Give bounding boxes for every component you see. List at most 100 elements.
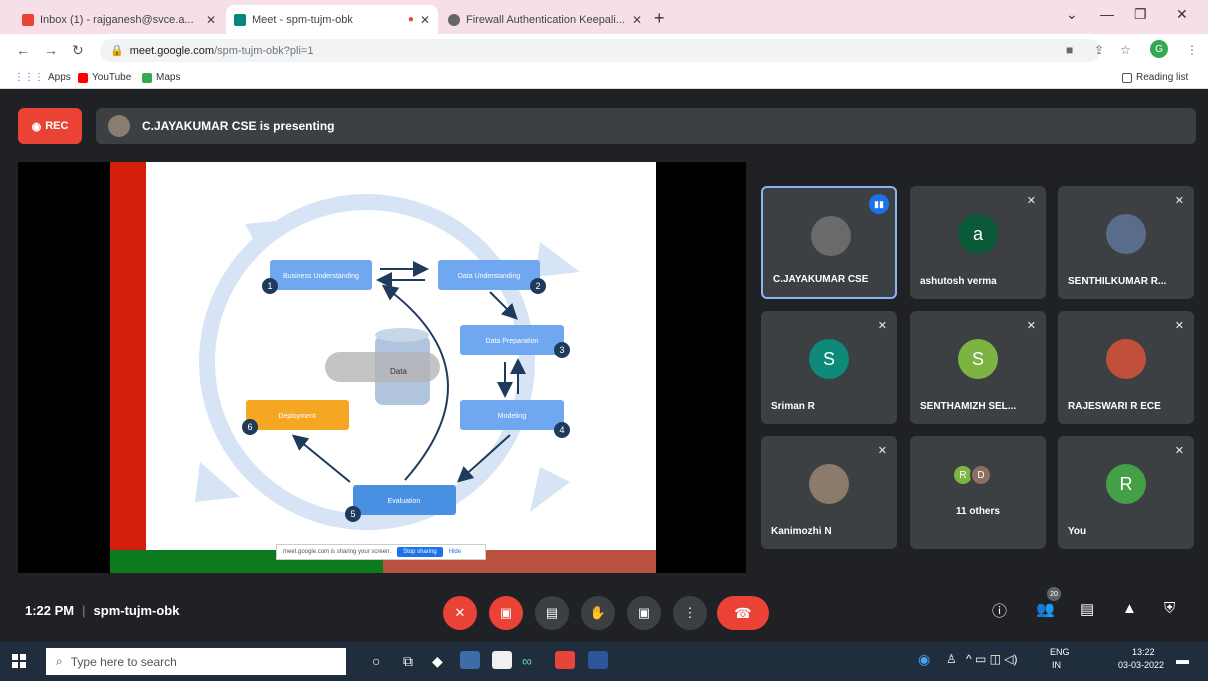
mic-toggle-button[interactable]: ✕ [443, 596, 477, 630]
presenter-avatar [108, 115, 130, 137]
captions-button[interactable]: ▤ [535, 596, 569, 630]
tab-meet[interactable]: Meet - spm-tujm-obk ● ✕ [226, 5, 438, 34]
leave-call-button[interactable]: ☎ [717, 596, 769, 630]
avatar [811, 216, 851, 256]
user-icon[interactable]: ♙ [946, 652, 957, 666]
menu-icon[interactable]: ⋮ [1186, 43, 1198, 57]
captions-icon: ▤ [545, 605, 559, 620]
slide-overlay-pill [325, 352, 440, 382]
step-number: 6 [247, 422, 252, 432]
people-icon[interactable]: 👥 [1036, 600, 1055, 618]
url-field[interactable]: 🔒 meet.google.com/spm-tujm-obk?pli=1 [100, 39, 1100, 62]
close-icon[interactable]: ✕ [420, 13, 430, 27]
participant-name: Kanimozhi N [771, 526, 832, 537]
data-label: Data [390, 367, 407, 376]
profile-avatar[interactable]: G [1150, 40, 1168, 58]
close-icon[interactable]: ✕ [632, 13, 642, 27]
participant-tile[interactable]: ✕ S SENTHAMIZH SEL... [910, 311, 1046, 424]
more-options-button[interactable]: ⋮ [673, 596, 707, 630]
raise-hand-button[interactable]: ✋ [581, 596, 615, 630]
minimize-button[interactable]: — [1100, 6, 1114, 22]
bookmark-maps[interactable]: Maps [142, 72, 180, 83]
infinity-app-icon[interactable]: ∞ [522, 653, 532, 669]
present-icon: ▣ [637, 605, 651, 620]
participant-tile[interactable]: ✕ RAJESWARI R ECE [1058, 311, 1194, 424]
hide-button[interactable]: Hide [449, 549, 461, 555]
recording-indicator[interactable]: ◉ REC [18, 108, 82, 144]
bookmark-apps[interactable]: ⋮⋮⋮ Apps [14, 72, 71, 83]
chat-icon[interactable]: ▤ [1080, 600, 1094, 618]
avatar: R [1106, 464, 1146, 504]
word-icon[interactable] [588, 651, 608, 669]
restore-button[interactable]: ❐ [1134, 6, 1147, 23]
bookmark-youtube[interactable]: YouTube [78, 72, 131, 83]
meeting-details: 1:22 PM | spm-tujm-obk [25, 603, 180, 618]
file-explorer-icon[interactable] [460, 651, 480, 669]
rec-label: REC [45, 120, 69, 132]
meeting-code: spm-tujm-obk [93, 603, 180, 618]
app-tray-icon[interactable]: ◉ [918, 651, 930, 668]
stop-sharing-button[interactable]: Stop sharing [397, 547, 443, 557]
notifications-icon[interactable]: ▬ [1176, 652, 1189, 667]
step-label: Data Understanding [458, 273, 520, 280]
activities-icon[interactable]: ▲ [1122, 600, 1137, 617]
youtube-icon [78, 72, 88, 83]
tray-icons[interactable]: ^ ▭ ◫ ◁) [966, 652, 1018, 666]
mic-off-icon: ✕ [1026, 320, 1036, 332]
info-icon[interactable]: ⓘ [992, 600, 1007, 621]
participant-name: You [1068, 526, 1087, 537]
step-number: 3 [559, 345, 564, 355]
avatar: a [958, 214, 998, 254]
participant-tile[interactable]: ✕ Kanimozhi N [761, 436, 897, 549]
globe-icon [448, 13, 460, 26]
more-icon: ⋮ [683, 605, 697, 620]
recording-dot-icon: ● [407, 14, 414, 25]
forward-button[interactable]: → [44, 42, 58, 58]
mic-off-icon: ✕ [877, 445, 887, 457]
participant-tile[interactable]: ✕ a ashutosh verma [910, 186, 1046, 299]
close-icon[interactable]: ✕ [206, 13, 216, 27]
step-label: Modeling [498, 413, 527, 420]
avatar [1106, 214, 1146, 254]
camera-toggle-button[interactable]: ▣ [489, 596, 523, 630]
step-number: 2 [535, 281, 540, 291]
step-number: 4 [559, 425, 564, 435]
maps-icon [142, 72, 152, 83]
tab-search-icon[interactable]: ⌄ [1066, 6, 1078, 23]
participant-tile-self[interactable]: ✕ R You [1058, 436, 1194, 549]
participant-tile[interactable]: ✕ S Sriman R [761, 311, 897, 424]
chrome-icon[interactable] [555, 651, 575, 669]
others-tile[interactable]: R D 11 others [910, 436, 1046, 549]
region-label[interactable]: IN [1052, 660, 1061, 670]
mic-off-icon: ✕ [454, 605, 466, 620]
shared-slide: Data Business Understanding 1 Data Under… [110, 162, 656, 573]
camera-icon[interactable]: ■ [1066, 43, 1073, 57]
store-icon[interactable] [492, 651, 512, 669]
ring-arrow [530, 467, 570, 512]
new-tab-button[interactable]: + [654, 8, 665, 29]
clock-date[interactable]: 03-03-2022 [1118, 660, 1164, 670]
tab-inbox[interactable]: Inbox (1) - rajganesh@svce.a... ✕ [14, 5, 224, 34]
star-icon[interactable]: ☆ [1120, 43, 1131, 57]
task-view-icon[interactable]: ⧉ [403, 653, 413, 670]
close-window-button[interactable]: ✕ [1176, 6, 1188, 23]
avatar: S [809, 339, 849, 379]
participant-tile[interactable]: ▮▮ C.JAYAKUMAR CSE [761, 186, 897, 299]
dropbox-icon[interactable]: ◆ [432, 653, 443, 670]
reload-button[interactable]: ↻ [72, 42, 84, 59]
share-icon[interactable]: ⇪ [1094, 43, 1104, 57]
camera-off-icon: ▣ [499, 605, 513, 620]
participant-name: C.JAYAKUMAR CSE [773, 274, 869, 285]
avatar [809, 464, 849, 504]
clock-time[interactable]: 13:22 [1132, 647, 1155, 657]
present-button[interactable]: ▣ [627, 596, 661, 630]
back-button[interactable]: ← [16, 42, 30, 58]
taskbar-search-box[interactable]: ⌕ Type here to search [46, 648, 346, 675]
reading-list-button[interactable]: Reading list [1122, 72, 1188, 83]
host-controls-icon[interactable]: ⛨ [1164, 600, 1175, 617]
participant-tile[interactable]: ✕ SENTHILKUMAR R... [1058, 186, 1194, 299]
cortana-icon[interactable]: ○ [372, 653, 380, 669]
tab-firewall[interactable]: Firewall Authentication Keepali... ✕ [440, 5, 650, 34]
language-label[interactable]: ENG [1050, 647, 1070, 657]
windows-start-button[interactable] [12, 654, 26, 668]
